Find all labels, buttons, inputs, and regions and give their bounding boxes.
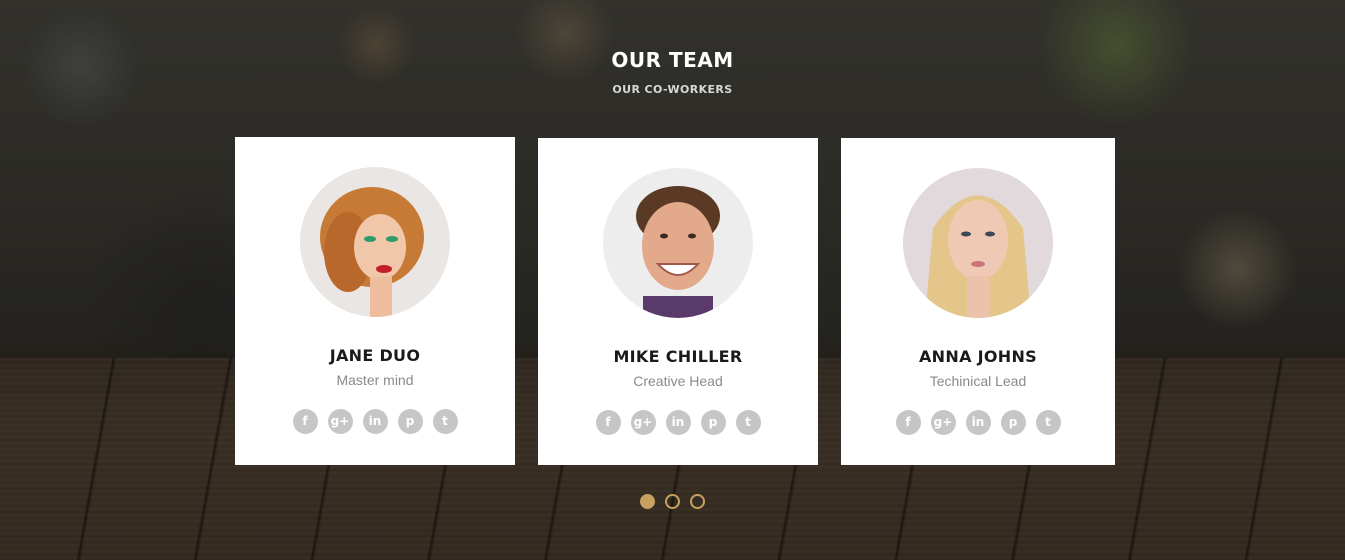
social-links: f g+ in p t bbox=[841, 410, 1115, 435]
twitter-icon[interactable]: t bbox=[735, 410, 761, 435]
facebook-icon[interactable]: f bbox=[895, 410, 921, 435]
twitter-icon[interactable]: t bbox=[432, 409, 458, 434]
team-card-anna: ANNA JOHNS Techinical Lead f g+ in p t bbox=[841, 138, 1115, 465]
social-links: f g+ in p t bbox=[538, 410, 818, 435]
pinterest-icon[interactable]: p bbox=[1000, 410, 1026, 435]
carousel-dot-3[interactable] bbox=[690, 494, 705, 509]
member-name: MIKE CHILLER bbox=[613, 347, 743, 366]
linkedin-icon[interactable]: in bbox=[965, 410, 991, 435]
avatar bbox=[603, 168, 753, 318]
avatar bbox=[300, 167, 450, 317]
google-plus-icon[interactable]: g+ bbox=[930, 410, 956, 435]
member-role: Creative Head bbox=[633, 373, 723, 389]
avatar bbox=[903, 168, 1053, 318]
pinterest-icon[interactable]: p bbox=[397, 409, 423, 434]
twitter-icon[interactable]: t bbox=[1035, 410, 1061, 435]
carousel-pagination bbox=[0, 494, 1345, 509]
member-name: ANNA JOHNS bbox=[919, 347, 1037, 366]
member-name: JANE DUO bbox=[329, 346, 421, 365]
team-card-mike: MIKE CHILLER Creative Head f g+ in p t bbox=[538, 138, 818, 465]
facebook-icon[interactable]: f bbox=[595, 410, 621, 435]
linkedin-icon[interactable]: in bbox=[665, 410, 691, 435]
carousel-dot-2[interactable] bbox=[665, 494, 680, 509]
pinterest-icon[interactable]: p bbox=[700, 410, 726, 435]
google-plus-icon[interactable]: g+ bbox=[630, 410, 656, 435]
team-card-jane: JANE DUO Master mind f g+ in p t bbox=[235, 137, 515, 465]
linkedin-icon[interactable]: in bbox=[362, 409, 388, 434]
section-subtitle: OUR CO-WORKERS bbox=[612, 83, 733, 96]
carousel-dot-1[interactable] bbox=[640, 494, 655, 509]
google-plus-icon[interactable]: g+ bbox=[327, 409, 353, 434]
section-title: OUR TEAM bbox=[611, 48, 734, 72]
facebook-icon[interactable]: f bbox=[292, 409, 318, 434]
member-role: Master mind bbox=[336, 372, 414, 388]
social-links: f g+ in p t bbox=[235, 409, 515, 434]
member-role: Techinical Lead bbox=[929, 373, 1027, 389]
